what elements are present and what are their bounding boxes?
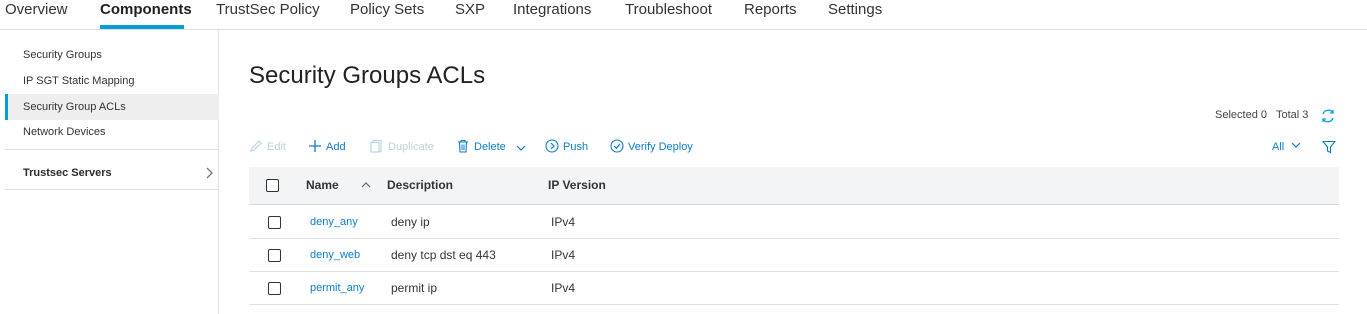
check-circle-icon <box>610 139 624 153</box>
add-label: Add <box>326 141 346 153</box>
chevron-down-icon <box>1291 142 1301 148</box>
delete-label: Delete <box>474 141 506 153</box>
sidebar-divider <box>5 149 219 150</box>
duplicate-icon <box>370 139 382 153</box>
table-row: deny_any deny ip IPv4 <box>249 206 1339 239</box>
tab-trustsec-policy[interactable]: TrustSec Policy <box>216 1 320 19</box>
sidebar-item-label: Network Devices <box>23 126 106 138</box>
delete-button[interactable]: Delete <box>456 139 531 155</box>
sidebar-item-label: Security Groups <box>23 49 102 61</box>
push-icon <box>545 139 559 153</box>
sort-ascending-icon[interactable] <box>360 181 372 189</box>
edit-button[interactable]: Edit <box>249 139 286 155</box>
trash-icon <box>458 139 468 153</box>
edit-label: Edit <box>267 141 286 153</box>
chevron-right-icon <box>205 160 213 187</box>
push-label: Push <box>563 141 589 153</box>
sidebar-item-label: Security Group ACLs <box>23 101 126 113</box>
sidebar-divider <box>5 189 219 190</box>
selected-label: Selected <box>1215 109 1258 121</box>
tab-integrations[interactable]: Integrations <box>513 1 591 19</box>
sidebar-item-network-devices[interactable]: Network Devices <box>5 119 219 145</box>
sidebar-item-security-groups[interactable]: Security Groups <box>5 42 219 68</box>
sidebar-item-label: IP SGT Static Mapping <box>23 75 135 87</box>
pencil-icon <box>250 140 262 152</box>
column-header-name[interactable]: Name <box>306 178 339 192</box>
plus-icon <box>309 140 321 152</box>
row-name-link[interactable]: deny_any <box>310 216 358 228</box>
tab-troubleshoot[interactable]: Troubleshoot <box>625 1 712 19</box>
row-ip-version: IPv4 <box>551 248 576 262</box>
row-checkbox[interactable] <box>268 216 281 229</box>
verify-deploy-label: Verify Deploy <box>628 141 693 153</box>
selected-count: 0 <box>1260 109 1267 121</box>
table-row: permit_any permit ip IPv4 <box>249 272 1339 305</box>
row-name-link[interactable]: permit_any <box>310 282 364 294</box>
select-all-checkbox[interactable] <box>266 179 279 192</box>
sidebar: Security Groups IP SGT Static Mapping Se… <box>5 30 219 314</box>
column-header-description: Description <box>387 178 454 192</box>
row-checkbox[interactable] <box>268 282 281 295</box>
duplicate-label: Duplicate <box>388 141 434 153</box>
row-description: permit ip <box>391 281 438 295</box>
add-button[interactable]: Add <box>308 139 346 155</box>
table-header: Name Description IP Version <box>249 167 1339 205</box>
row-name-link[interactable]: deny_web <box>310 249 360 261</box>
total-label: Total <box>1275 109 1300 121</box>
tab-overview[interactable]: Overview <box>5 1 68 19</box>
row-ip-version: IPv4 <box>551 281 576 295</box>
tab-reports[interactable]: Reports <box>744 1 797 19</box>
refresh-icon[interactable] <box>1320 108 1336 124</box>
column-header-ip-version: IP Version <box>548 178 606 192</box>
top-navigation: Overview Components TrustSec Policy Poli… <box>0 0 1367 30</box>
row-ip-version: IPv4 <box>551 215 576 229</box>
table-row: deny_web deny tcp dst eq 443 IPv4 <box>249 239 1339 272</box>
active-item-indicator <box>5 94 8 120</box>
verify-deploy-button[interactable]: Verify Deploy <box>610 139 693 155</box>
filter-select[interactable]: All <box>1272 140 1302 154</box>
push-button[interactable]: Push <box>545 139 588 155</box>
tab-settings[interactable]: Settings <box>828 1 882 19</box>
tab-policy-sets[interactable]: Policy Sets <box>350 1 424 19</box>
total-count: 3 <box>1302 109 1309 121</box>
page-title: Security Groups ACLs <box>249 62 486 89</box>
selection-info: Selected 0 Total 3 <box>1215 109 1308 121</box>
row-checkbox[interactable] <box>268 249 281 262</box>
tab-sxp[interactable]: SXP <box>455 1 485 19</box>
sidebar-item-security-group-acls[interactable]: Security Group ACLs <box>5 94 219 120</box>
active-tab-indicator <box>100 25 184 29</box>
filter-select-value: All <box>1272 141 1285 153</box>
chevron-down-icon <box>516 145 526 151</box>
filter-icon[interactable] <box>1321 140 1337 159</box>
duplicate-button[interactable]: Duplicate <box>370 139 434 155</box>
sidebar-group-label: Trustsec Servers <box>23 167 112 179</box>
sidebar-group-trustsec-servers[interactable]: Trustsec Servers <box>5 160 219 186</box>
row-description: deny ip <box>391 215 430 229</box>
tab-components[interactable]: Components <box>100 1 192 19</box>
row-description: deny tcp dst eq 443 <box>391 248 496 262</box>
sidebar-item-ip-sgt-static-mapping[interactable]: IP SGT Static Mapping <box>5 68 219 94</box>
